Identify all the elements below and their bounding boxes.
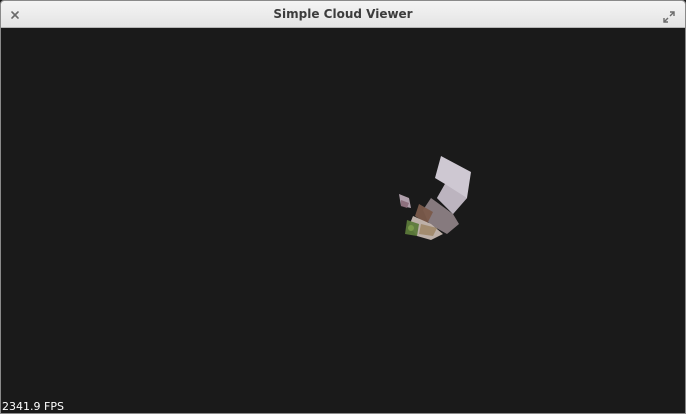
- window-title: Simple Cloud Viewer: [273, 7, 413, 21]
- app-window: Simple Cloud Viewer 2341.9 FPS: [0, 0, 686, 414]
- point-cloud-viewport[interactable]: 2341.9 FPS: [1, 28, 685, 413]
- title-bar[interactable]: Simple Cloud Viewer: [1, 1, 685, 28]
- maximize-icon: [663, 11, 675, 23]
- fps-counter: 2341.9 FPS: [2, 400, 64, 413]
- point-cloud-green-dot: [408, 225, 414, 231]
- point-cloud: [399, 156, 471, 240]
- maximize-button[interactable]: [663, 8, 675, 23]
